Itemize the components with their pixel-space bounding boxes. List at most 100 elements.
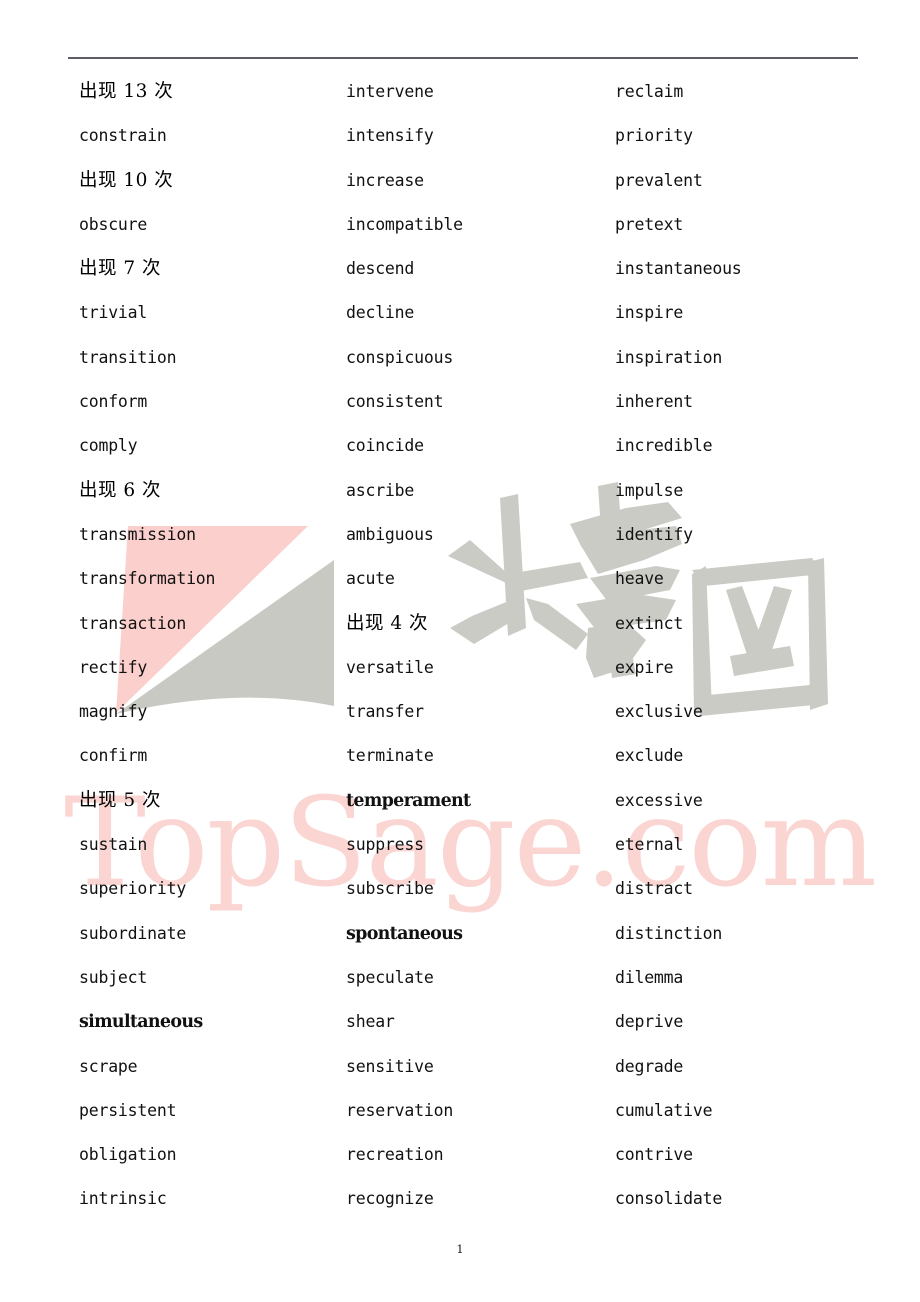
vocabulary-word: decline [346,303,415,323]
vocabulary-word: inspire [615,303,684,323]
vocabulary-word: sensitive [346,1056,434,1076]
vocabulary-entry: temperament [346,779,596,823]
vocabulary-word: superiority [79,879,187,899]
vocabulary-word: increase [346,170,424,190]
vocabulary-entry: heave [615,557,875,601]
vocabulary-entry: acute [346,557,596,601]
vocabulary-entry: degrade [615,1045,875,1089]
vocabulary-entry: prevalent [615,159,875,203]
vocabulary-entry: cumulative [615,1089,875,1133]
vocabulary-entry: inspiration [615,336,875,380]
vocabulary-word: comply [79,436,138,456]
vocabulary-entry: instantaneous [615,247,875,291]
vocabulary-word: inspiration [615,347,723,367]
vocabulary-word: excessive [615,790,703,810]
vocabulary-word: spontaneous [346,923,463,944]
frequency-heading-label: 出现 5 次 [79,789,162,811]
vocabulary-entry: intrinsic [79,1177,329,1221]
vocabulary-entry: transfer [346,690,596,734]
vocabulary-word: extinct [615,613,684,633]
vocabulary-entry: subject [79,956,329,1000]
vocabulary-entry: subscribe [346,867,596,911]
vocabulary-entry: simultaneous [79,1000,329,1044]
vocabulary-word: contrive [615,1145,693,1165]
vocabulary-entry: reservation [346,1089,596,1133]
vocabulary-entry: constrain [79,114,329,158]
vocabulary-entry: obscure [79,203,329,247]
vocabulary-word: obligation [79,1145,177,1165]
vocabulary-word: conspicuous [346,347,454,367]
vocabulary-entry: eternal [615,823,875,867]
vocabulary-word: shear [346,1012,395,1032]
frequency-heading-label: 出现 10 次 [79,169,174,191]
vocabulary-word: exclude [615,746,684,766]
vocabulary-entry: transition [79,336,329,380]
vocabulary-entry: confirm [79,734,329,778]
vocabulary-entry: coincide [346,424,596,468]
vocabulary-word: reservation [346,1100,454,1120]
vocabulary-word: dilemma [615,967,684,987]
vocabulary-word: pretext [615,214,684,234]
frequency-heading-label: 出现 6 次 [79,479,162,501]
vocabulary-word: deprive [615,1012,684,1032]
vocabulary-entry: distract [615,867,875,911]
vocabulary-entry: obligation [79,1133,329,1177]
vocabulary-word: subject [79,967,148,987]
vocabulary-word: reclaim [615,82,684,101]
vocabulary-entry: sensitive [346,1045,596,1089]
vocabulary-entry: exclusive [615,690,875,734]
vocabulary-word: consistent [346,392,444,412]
word-column-3: reclaim priority prevalent pretext instantan… [615,70,875,1222]
vocabulary-word: transfer [346,702,424,722]
vocabulary-entry: rectify [79,646,329,690]
vocabulary-entry: transformation [79,557,329,601]
vocabulary-word: degrade [615,1056,684,1076]
vocabulary-entry: contrive [615,1133,875,1177]
vocabulary-entry: intensify [346,114,596,158]
vocabulary-word: conform [79,392,148,412]
vocabulary-word: transformation [79,569,216,589]
vocabulary-entry: speculate [346,956,596,1000]
vocabulary-word: trivial [79,303,148,323]
vocabulary-word: coincide [346,436,424,456]
vocabulary-word: intervene [346,82,434,101]
vocabulary-entry: consistent [346,380,596,424]
vocabulary-word: speculate [346,967,434,987]
vocabulary-entry: recognize [346,1177,596,1221]
vocabulary-word: persistent [79,1100,177,1120]
vocabulary-word: descend [346,259,415,279]
frequency-heading-label: 出现 4 次 [346,612,429,634]
vocabulary-entry: persistent [79,1089,329,1133]
vocabulary-word: versatile [346,657,434,677]
vocabulary-entry: magnify [79,690,329,734]
vocabulary-entry: dilemma [615,956,875,1000]
vocabulary-entry: spontaneous [346,912,596,956]
vocabulary-entry: transaction [79,602,329,646]
vocabulary-entry: inspire [615,291,875,335]
vocabulary-entry: incredible [615,424,875,468]
vocabulary-entry: ambiguous [346,513,596,557]
vocabulary-entry: versatile [346,646,596,690]
frequency-heading-label: 出现 13 次 [79,81,174,102]
frequency-heading: 出现 7 次 [79,247,329,291]
vocabulary-entry: scrape [79,1045,329,1089]
vocabulary-entry: conform [79,380,329,424]
vocabulary-word: distract [615,879,693,899]
vocabulary-word: transmission [79,524,196,544]
vocabulary-word: temperament [346,790,471,811]
vocabulary-entry: exclude [615,734,875,778]
frequency-heading: 出现 10 次 [79,159,329,203]
vocabulary-word: scrape [79,1056,138,1076]
vocabulary-word: transaction [79,613,187,633]
vocabulary-word: simultaneous [79,1012,203,1033]
vocabulary-entry: trivial [79,291,329,335]
vocabulary-entry: decline [346,291,596,335]
vocabulary-entry: distinction [615,912,875,956]
vocabulary-word: confirm [79,746,148,766]
vocabulary-entry: incompatible [346,203,596,247]
vocabulary-entry: inherent [615,380,875,424]
frequency-heading: 出现 13 次 [79,70,329,114]
vocabulary-entry: consolidate [615,1177,875,1221]
vocabulary-entry: superiority [79,867,329,911]
vocabulary-entry: transmission [79,513,329,557]
